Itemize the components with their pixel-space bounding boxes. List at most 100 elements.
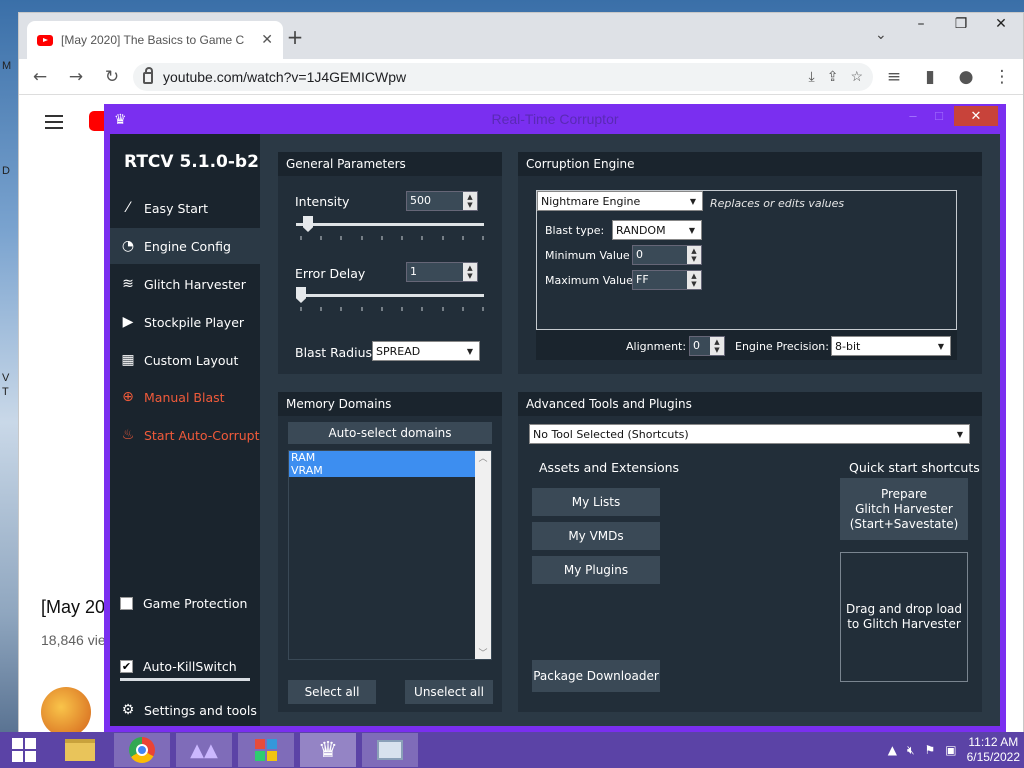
nav-label: Stockpile Player — [144, 314, 245, 330]
intensity-spinbox[interactable]: 500 ▲ ▼ — [406, 191, 478, 211]
select-value: SPREAD — [376, 344, 421, 358]
profile-avatar-icon[interactable]: ● — [951, 62, 981, 92]
list-scrollbar[interactable]: ︿ ﹀ — [475, 451, 491, 659]
rtc-close-icon[interactable]: ✕ — [954, 106, 998, 126]
network-icon[interactable]: ▣ — [945, 743, 956, 757]
spin-arrows-icon[interactable]: ▲ ▼ — [687, 271, 701, 289]
alignment-spinbox[interactable]: 0 ▲ ▼ — [689, 336, 725, 356]
chevron-down-icon[interactable]: ▼ — [952, 426, 968, 442]
taskbar-monitor[interactable] — [362, 733, 418, 767]
reload-icon[interactable]: ↻ — [97, 62, 127, 92]
taskbar-rtc[interactable]: ♛ — [300, 733, 356, 767]
rtc-minimize-icon[interactable]: – — [900, 108, 926, 128]
checkbox-box[interactable] — [120, 597, 133, 610]
rtc-titlebar[interactable]: ♛ Real-Time Corruptor – □ ✕ — [104, 104, 1006, 134]
taskbar: ▲▲ ♛ ▲ 🔇︎ ⚑ ▣ 11:12 AM 6/15/2022 — [0, 732, 1024, 768]
new-tab-icon[interactable]: + — [281, 25, 309, 49]
tab-close-icon[interactable]: ✕ — [261, 32, 273, 48]
hamburger-icon[interactable] — [45, 115, 63, 129]
tray-chevron-up-icon[interactable]: ▲ — [888, 743, 897, 757]
minimize-icon[interactable]: – — [901, 13, 941, 35]
tool-select[interactable]: No Tool Selected (Shortcuts) ▼ — [529, 424, 970, 444]
package-downloader-button[interactable]: Package Downloader — [532, 660, 660, 692]
nav-stockpile-player[interactable]: ▶ Stockpile Player — [110, 304, 260, 340]
taskbar-chrome[interactable] — [114, 733, 170, 767]
flag-icon[interactable]: ⚑ — [925, 743, 936, 757]
minimum-value-label: Minimum Value — [545, 249, 630, 262]
menu-kebab-icon[interactable]: ⋮ — [987, 62, 1017, 92]
nav-easy-start[interactable]: ⁄ Easy Start — [110, 190, 260, 226]
chevron-down-icon[interactable]: ▼ — [685, 193, 701, 209]
scroll-up-icon[interactable]: ︿ — [478, 451, 487, 464]
nav-start-auto-corrupt[interactable]: ♨ Start Auto-Corrupt — [110, 417, 260, 453]
corruption-engine-panel: Corruption Engine Nightmare Engine ▼ Rep… — [518, 152, 982, 374]
slider-thumb[interactable] — [303, 216, 313, 232]
desktop-icon-label: M — [2, 60, 12, 72]
channel-avatar[interactable] — [41, 687, 91, 737]
list-item[interactable]: RAM — [289, 451, 491, 464]
volume-muted-icon[interactable]: 🔇︎ — [907, 743, 915, 758]
spin-arrows-icon[interactable]: ▲ ▼ — [463, 263, 477, 281]
back-icon[interactable]: ← — [25, 62, 55, 92]
my-lists-button[interactable]: My Lists — [532, 488, 660, 516]
taskbar-app-purple[interactable]: ▲▲ — [176, 733, 232, 767]
slider-thumb[interactable] — [296, 287, 306, 303]
play-icon: ▶ — [122, 314, 134, 330]
nav-glitch-harvester[interactable]: ≋ Glitch Harvester — [110, 266, 260, 302]
blast-type-select[interactable]: RANDOM ▼ — [612, 220, 702, 240]
side-panel-icon[interactable]: ▮ — [915, 62, 945, 92]
auto-killswitch-checkbox[interactable]: ✔ Auto-KillSwitch — [120, 659, 237, 674]
maximize-icon[interactable]: ❐ — [941, 13, 981, 35]
memory-domains-list[interactable]: RAM VRAM ︿ ﹀ — [288, 450, 492, 660]
clock[interactable]: 11:12 AM 6/15/2022 — [967, 735, 1020, 765]
taskbar-emulator[interactable] — [238, 733, 294, 767]
taskbar-explorer[interactable] — [52, 733, 108, 767]
tab-search-chevron-icon[interactable]: ⌄ — [875, 27, 887, 43]
spin-arrows-icon[interactable]: ▲ ▼ — [710, 337, 724, 355]
blast-radius-select[interactable]: SPREAD ▼ — [372, 341, 480, 361]
prepare-glitch-harvester-button[interactable]: Prepare Glitch Harvester (Start+Savestat… — [840, 478, 968, 540]
chevron-down-icon[interactable]: ▼ — [933, 338, 949, 354]
intensity-slider[interactable] — [296, 216, 484, 232]
spin-arrows-icon[interactable]: ▲ ▼ — [463, 192, 477, 210]
nav-engine-config[interactable]: ◔ Engine Config — [110, 228, 260, 264]
chevron-down-icon[interactable]: ▼ — [684, 222, 700, 238]
nav-label: Settings and tools — [144, 702, 257, 718]
chevron-down-icon[interactable]: ▼ — [462, 343, 478, 359]
drag-drop-zone[interactable]: Drag and drop load to Glitch Harvester — [840, 552, 968, 682]
start-button[interactable] — [0, 733, 48, 767]
unselect-all-button[interactable]: Unselect all — [405, 680, 493, 704]
nav-manual-blast[interactable]: ⊕ Manual Blast — [110, 379, 260, 415]
my-plugins-button[interactable]: My Plugins — [532, 556, 660, 584]
scroll-down-icon[interactable]: ﹀ — [478, 646, 487, 659]
share-icon[interactable]: ⇪ — [827, 68, 839, 85]
list-item[interactable]: VRAM — [289, 464, 491, 477]
select-all-button[interactable]: Select all — [288, 680, 376, 704]
close-window-icon[interactable]: ✕ — [981, 13, 1021, 35]
error-delay-spinbox[interactable]: 1 ▲ ▼ — [406, 262, 478, 282]
address-bar[interactable]: youtube.com/watch?v=1J4GEMICWpw ⤓ ⇪ ☆ — [133, 62, 873, 91]
panel-header: Corruption Engine — [518, 152, 982, 176]
forward-icon[interactable]: → — [61, 62, 91, 92]
nav-label: Custom Layout — [144, 352, 239, 368]
nav-custom-layout[interactable]: ▦ Custom Layout — [110, 342, 260, 378]
game-protection-checkbox[interactable]: Game Protection — [120, 596, 247, 611]
browser-tab[interactable]: [May 2020] The Basics to Game C ✕ — [27, 21, 283, 59]
engine-precision-select[interactable]: 8-bit ▼ — [831, 336, 951, 356]
spin-arrows-icon[interactable]: ▲ ▼ — [687, 246, 701, 264]
checkbox-box-checked[interactable]: ✔ — [120, 660, 133, 673]
my-vmds-button[interactable]: My VMDs — [532, 522, 660, 550]
spin-value: 0 — [636, 248, 643, 261]
rtc-maximize-icon[interactable]: □ — [926, 108, 952, 128]
bookmark-star-icon[interactable]: ☆ — [850, 68, 863, 85]
error-delay-slider[interactable] — [296, 287, 484, 303]
nav-settings-and-tools[interactable]: ⚙ Settings and tools — [110, 692, 260, 728]
browser-toolbar: ← → ↻ youtube.com/watch?v=1J4GEMICWpw ⤓ … — [19, 59, 1023, 95]
auto-select-domains-button[interactable]: Auto-select domains — [288, 422, 492, 444]
engine-select[interactable]: Nightmare Engine ▼ — [537, 191, 703, 211]
minimum-value-spinbox[interactable]: 0 ▲ ▼ — [632, 245, 702, 265]
triangle-logo-icon: ▲▲ — [190, 739, 218, 761]
install-icon[interactable]: ⤓ — [809, 68, 815, 85]
maximum-value-spinbox[interactable]: FF ▲ ▼ — [632, 270, 702, 290]
media-queue-icon[interactable]: ≡ — [879, 62, 909, 92]
